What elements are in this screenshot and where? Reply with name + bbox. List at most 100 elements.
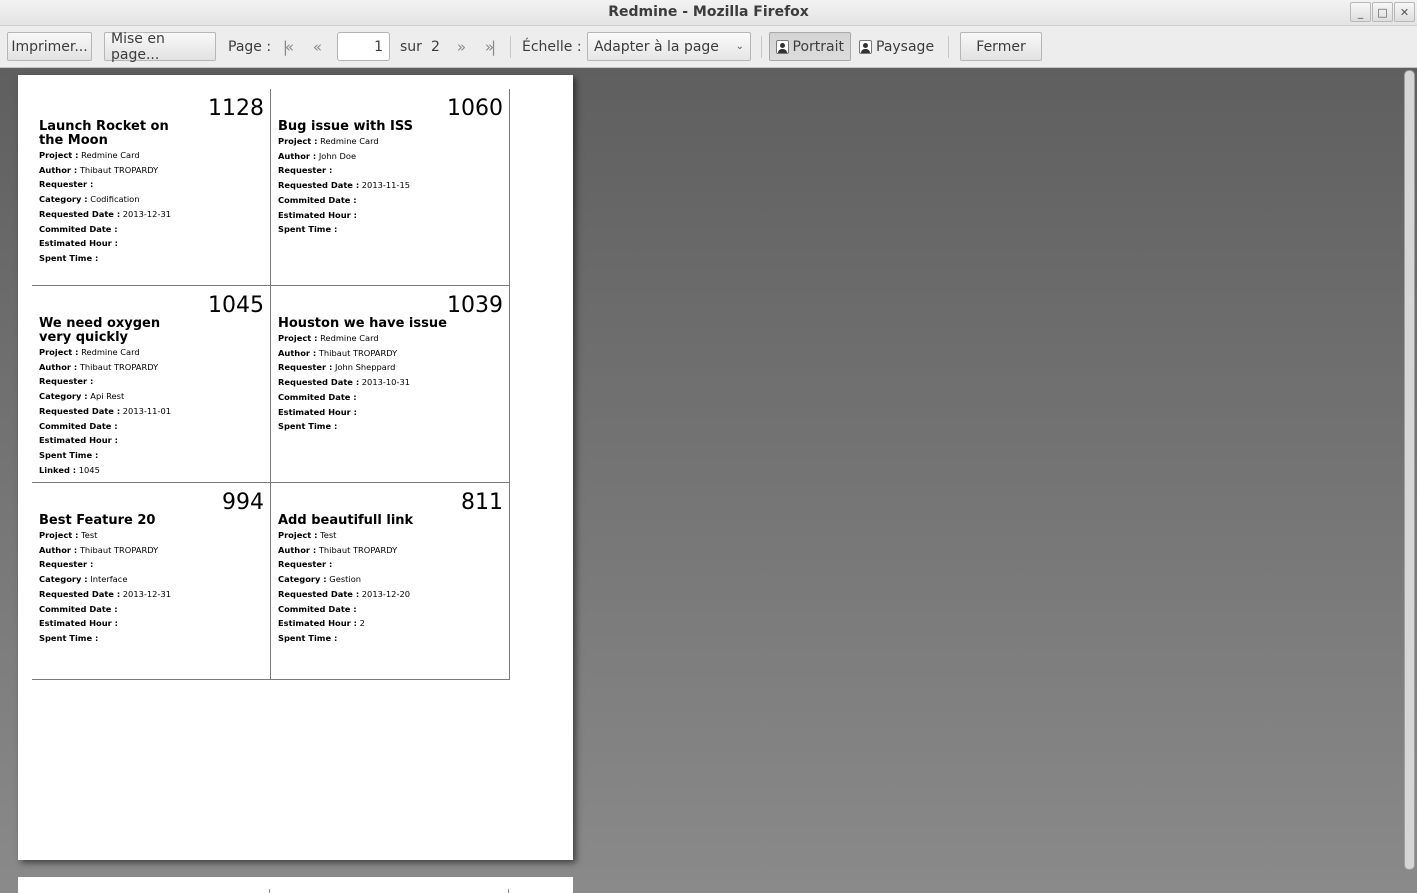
issue-field: Requested Date : 2013-11-15	[278, 180, 410, 191]
issue-field: Spent Time :	[278, 632, 338, 643]
next-page-icon[interactable]: »	[449, 32, 471, 61]
issue-title: We need oxygen very quickly	[39, 316, 161, 345]
landscape-button[interactable]: Paysage	[859, 32, 934, 61]
issue-field: Spent Time :	[39, 252, 99, 263]
issue-field: Estimated Hour :	[278, 406, 357, 417]
issue-title: Launch Rocket on the Moon	[39, 119, 169, 148]
issue-field: Requester :	[278, 165, 333, 176]
total-pages: 2	[431, 38, 440, 55]
issue-field: Project : Redmine Card	[278, 136, 379, 146]
issue-card: 1039 Houston we have issue Project : Red…	[271, 286, 510, 483]
issue-field: Category : Api Rest	[39, 391, 125, 402]
first-page-icon[interactable]: |«	[276, 32, 298, 61]
issue-field: Requester :	[39, 376, 94, 387]
issue-title: Best Feature 20	[39, 513, 156, 528]
issue-field: Requester :	[39, 559, 94, 570]
issue-card: 1128 Launch Rocket on the Moon Project :…	[32, 89, 271, 286]
issue-field: Project : Redmine Card	[39, 347, 140, 357]
issue-field: Requested Date : 2013-10-31	[278, 377, 410, 388]
print-button[interactable]: Imprimer...	[7, 32, 92, 61]
toolbar-separator	[948, 36, 949, 58]
issue-title: Bug issue with ISS	[278, 119, 413, 134]
issue-field: Project : Test	[278, 530, 337, 540]
issue-card: 1045 We need oxygen very quickly Project…	[32, 286, 271, 483]
issue-field: Requested Date : 2013-11-01	[39, 405, 171, 416]
issue-title: Houston we have issue	[278, 316, 447, 331]
issue-title: Add beautifull link	[278, 513, 414, 528]
issue-field: Requester :	[278, 559, 333, 570]
issue-field: Commited Date :	[278, 194, 357, 205]
issue-field: Author : Thibaut TROPARDY	[278, 544, 398, 555]
preview-page: 1128 Launch Rocket on the Moon Project :…	[18, 75, 573, 860]
maximize-button[interactable]: □	[1372, 2, 1393, 22]
chevron-down-icon: ⌄	[735, 41, 744, 52]
issue-field: Requester :	[39, 179, 94, 190]
close-window-button[interactable]: ✕	[1394, 2, 1415, 22]
issue-field: Spent Time :	[39, 449, 99, 460]
issue-field: Commited Date :	[39, 223, 118, 234]
card-grid: 1128 Launch Rocket on the Moon Project :…	[31, 89, 510, 680]
issue-field: Project : Test	[39, 530, 98, 540]
issue-field: Spent Time :	[39, 632, 99, 643]
of-label: sur	[400, 38, 422, 55]
issue-number: 994	[222, 490, 264, 515]
issue-field: Author : Thibaut TROPARDY	[39, 544, 159, 555]
issue-field: Commited Date :	[39, 603, 118, 614]
issue-field: Spent Time :	[278, 421, 338, 432]
issue-field: Commited Date :	[39, 420, 118, 431]
issue-number: 1039	[447, 293, 503, 318]
issue-field: Requested Date : 2013-12-20	[278, 588, 410, 599]
vertical-scrollbar[interactable]	[1404, 68, 1415, 893]
scale-select[interactable]: Adapter à la page ⌄	[587, 32, 751, 61]
landscape-label: Paysage	[876, 38, 935, 55]
issue-field: Project : Redmine Card	[278, 333, 379, 343]
close-preview-button[interactable]: Fermer	[960, 32, 1042, 61]
issue-field: Requester : John Sheppard	[278, 362, 396, 373]
scrollbar-thumb[interactable]	[1404, 70, 1415, 870]
issue-number: 811	[461, 490, 503, 515]
issue-field: Project : Redmine Card	[39, 150, 140, 160]
scale-select-value: Adapter à la page	[594, 38, 719, 55]
issue-field: Author : John Doe	[278, 150, 357, 161]
issue-field: Linked : 1045	[39, 464, 100, 475]
issue-field: Author : Thibaut TROPARDY	[278, 347, 398, 358]
toolbar-separator	[510, 36, 511, 58]
issue-number: 1045	[208, 293, 264, 318]
last-page-icon[interactable]: »|	[478, 32, 500, 61]
issue-field: Requested Date : 2013-12-31	[39, 208, 171, 219]
page-label: Page :	[228, 38, 272, 55]
issue-field: Estimated Hour :	[278, 209, 357, 220]
portrait-icon	[776, 39, 789, 54]
issue-card: 811 Add beautifull link Project : Test A…	[271, 483, 510, 680]
issue-field: Estimated Hour :	[39, 435, 118, 446]
previous-page-icon[interactable]: «	[305, 32, 327, 61]
preview-area[interactable]: 1128 Launch Rocket on the Moon Project :…	[0, 68, 1417, 893]
issue-card: 994 Best Feature 20 Project : Test Autho…	[32, 483, 271, 680]
issue-field: Estimated Hour :	[39, 238, 118, 249]
issue-field: Category : Interface	[39, 574, 128, 585]
issue-card: 1060 Bug issue with ISS Project : Redmin…	[271, 89, 510, 286]
issue-field: Estimated Hour : 2	[278, 618, 365, 629]
grid-divider	[508, 889, 509, 893]
preview-page-2	[18, 877, 573, 893]
issue-field: Estimated Hour :	[39, 618, 118, 629]
issue-number: 1060	[447, 96, 503, 121]
issue-field: Author : Thibaut TROPARDY	[39, 361, 159, 372]
landscape-icon	[859, 39, 872, 54]
page-number-input[interactable]: 1	[337, 32, 390, 61]
portrait-label: Portrait	[792, 38, 844, 55]
scale-label: Échelle :	[522, 38, 582, 55]
issue-field: Category : Codification	[39, 194, 140, 205]
print-preview-toolbar: Imprimer... Mise en page... Page : |« « …	[0, 26, 1417, 68]
portrait-button[interactable]: Portrait	[769, 32, 851, 61]
window-title-bar: Redmine - Mozilla Firefox _ □ ✕	[0, 0, 1417, 26]
issue-field: Commited Date :	[278, 391, 357, 402]
window-title: Redmine - Mozilla Firefox	[608, 4, 809, 20]
issue-field: Commited Date :	[278, 603, 357, 614]
page-setup-button[interactable]: Mise en page...	[104, 31, 216, 63]
grid-divider	[269, 889, 270, 893]
issue-field: Spent Time :	[278, 224, 338, 235]
toolbar-separator	[761, 36, 762, 58]
minimize-button[interactable]: _	[1350, 2, 1371, 22]
issue-field: Category : Gestion	[278, 574, 362, 585]
